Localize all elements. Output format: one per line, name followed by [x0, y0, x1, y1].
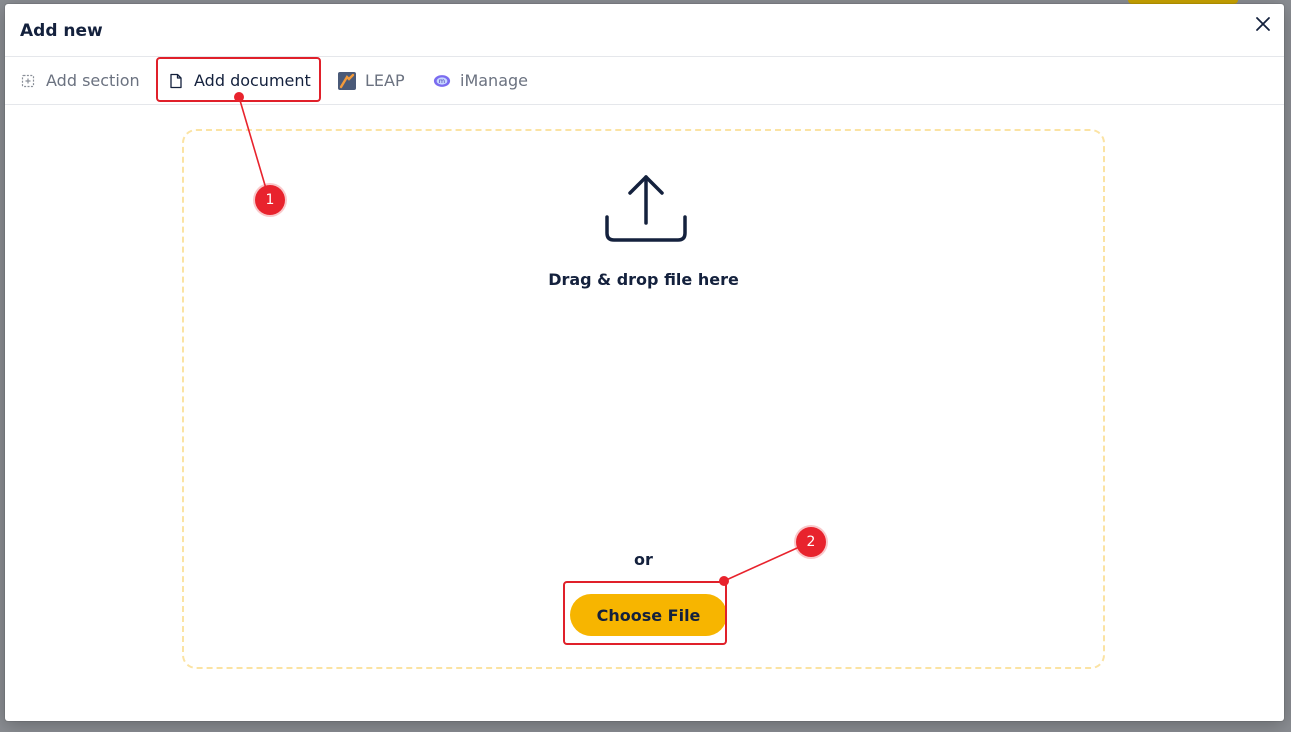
tab-leap[interactable]: LEAP — [338, 57, 405, 104]
tab-label: iManage — [460, 71, 528, 90]
tab-add-document[interactable]: Add document — [167, 57, 311, 104]
add-section-icon — [19, 72, 37, 90]
upload-icon — [605, 175, 687, 242]
document-icon — [167, 72, 185, 90]
svg-text:m: m — [439, 78, 445, 85]
file-dropzone[interactable]: Drag & drop file here or Choose File — [182, 129, 1105, 669]
tab-add-section[interactable]: Add section — [19, 57, 140, 104]
tab-label: Add section — [46, 71, 140, 90]
add-new-modal: Add new Add section Add document LEAP m … — [5, 4, 1284, 721]
drag-drop-text: Drag & drop file here — [548, 270, 739, 289]
tab-label: LEAP — [365, 71, 405, 90]
or-text: or — [634, 550, 653, 569]
leap-logo-icon — [338, 71, 356, 90]
modal-header: Add new — [5, 4, 1284, 57]
choose-file-button[interactable]: Choose File — [570, 594, 727, 636]
tab-bar: Add section Add document LEAP m iManage — [5, 57, 1284, 105]
tab-imanage[interactable]: m iManage — [433, 57, 528, 104]
tab-label: Add document — [194, 71, 311, 90]
imanage-logo-icon: m — [433, 72, 451, 90]
close-button[interactable] — [1252, 13, 1274, 35]
modal-title: Add new — [20, 21, 103, 41]
close-icon — [1256, 17, 1270, 31]
